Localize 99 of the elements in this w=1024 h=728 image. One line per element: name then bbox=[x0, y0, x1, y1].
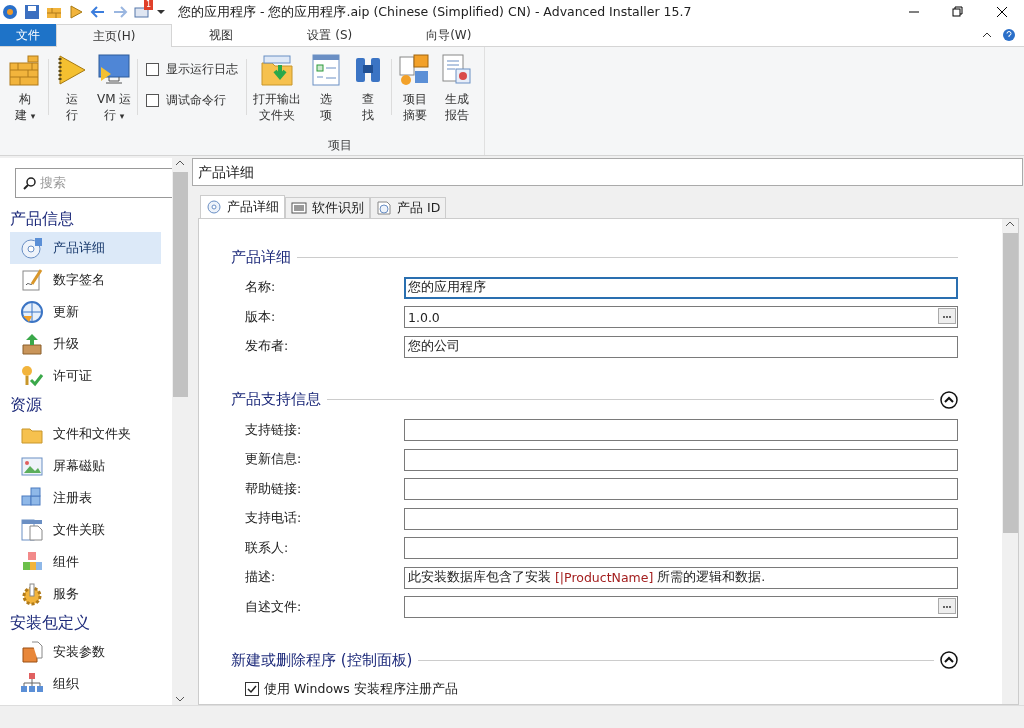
field-label: 联系人: bbox=[245, 539, 290, 557]
tab[interactable]: 软件识别 bbox=[285, 197, 370, 218]
text-field[interactable]: 您的公司 bbox=[404, 335, 958, 358]
monitor-icon bbox=[97, 53, 132, 87]
ribbon-button[interactable]: VM 运 行 ▾ bbox=[93, 51, 136, 137]
collapse-ribbon-icon bbox=[982, 30, 992, 40]
text-field[interactable] bbox=[404, 419, 958, 442]
back-icon bbox=[90, 4, 106, 20]
field-label: 支持电话: bbox=[245, 510, 303, 528]
nav-item[interactable]: 组织 bbox=[10, 668, 161, 700]
forward-icon bbox=[112, 4, 128, 20]
tab[interactable]: 产品详细 bbox=[200, 195, 285, 218]
collapse-icon bbox=[940, 651, 958, 669]
text-field[interactable] bbox=[404, 507, 958, 530]
group-label: 项目 bbox=[328, 138, 353, 152]
section-heading: 安装包定义 bbox=[10, 612, 91, 634]
field-label: 版本: bbox=[245, 308, 277, 326]
nav-item[interactable]: 许可证 bbox=[10, 360, 161, 392]
section-title: 产品详细 bbox=[231, 247, 291, 267]
text-field[interactable]: 您的应用程序 bbox=[404, 276, 958, 299]
search-icon bbox=[22, 176, 36, 190]
package-icon bbox=[20, 640, 44, 664]
text-field[interactable] bbox=[404, 448, 958, 471]
text-field[interactable]: 1.0.0 bbox=[404, 306, 958, 329]
nav-item[interactable]: 屏幕磁贴 bbox=[10, 450, 161, 482]
field-label: 描述: bbox=[245, 569, 277, 587]
caret-icon: ▾ bbox=[30, 111, 36, 121]
ribbon-button[interactable]: 生成 报告 bbox=[436, 51, 479, 137]
page-header: 产品详细 bbox=[192, 158, 1023, 186]
dropdown-caret-icon bbox=[156, 7, 166, 17]
scrollbar-thumb[interactable] bbox=[1002, 233, 1018, 533]
collapse-icon bbox=[940, 390, 958, 409]
key-check-icon bbox=[20, 364, 44, 388]
text-field[interactable] bbox=[404, 478, 958, 501]
field-label: 发布者: bbox=[245, 338, 290, 356]
field-label: 名称: bbox=[245, 279, 277, 297]
notification-badge: 1 bbox=[143, 0, 153, 10]
section-title: 产品支持信息 bbox=[231, 390, 321, 409]
ribbon-button[interactable]: 构 建 ▾ bbox=[4, 51, 46, 137]
ribbon-button[interactable]: 项目 摘要 bbox=[394, 51, 437, 137]
globe-icon bbox=[20, 300, 44, 324]
folder-arrow-icon bbox=[260, 53, 295, 87]
caret-icon: ▾ bbox=[119, 111, 125, 121]
browse-button[interactable] bbox=[938, 598, 956, 615]
nav-item[interactable]: 安装参数 bbox=[10, 636, 161, 668]
nav-item[interactable]: 服务 bbox=[10, 578, 161, 610]
gear-icon bbox=[20, 582, 44, 606]
scrollbar-thumb[interactable] bbox=[172, 172, 188, 397]
disc-icon bbox=[206, 199, 222, 215]
build-icon bbox=[8, 53, 42, 87]
ribbon-button[interactable]: 打开输出 文件夹 bbox=[249, 51, 306, 137]
checkbox-label: 显示运行日志 bbox=[166, 61, 239, 78]
ribbon-tab[interactable]: 视图 bbox=[172, 24, 271, 46]
app-logo-icon bbox=[2, 4, 18, 20]
ribbon-tab[interactable]: 设置 (S) bbox=[270, 24, 390, 46]
ribbon-button[interactable]: 查 找 bbox=[347, 51, 390, 137]
nav-item[interactable]: 升级 bbox=[10, 328, 161, 360]
signature-icon bbox=[20, 268, 44, 292]
help-icon bbox=[1002, 28, 1016, 42]
text-field[interactable]: 此安装数据库包含了安装 [|ProductName] 所需的逻辑和数据. bbox=[404, 566, 958, 589]
nav-item[interactable]: 更新 bbox=[10, 296, 161, 328]
checkbox[interactable] bbox=[146, 63, 160, 76]
checkbox-label: 调试命令行 bbox=[166, 92, 227, 109]
nav-item[interactable]: 注册表 bbox=[10, 482, 161, 514]
field-label: 更新信息: bbox=[245, 451, 303, 469]
text-field[interactable] bbox=[404, 537, 958, 560]
tab[interactable]: 产品 ID bbox=[370, 197, 447, 218]
nav-item[interactable]: 组件 bbox=[10, 546, 161, 578]
disc-icon bbox=[20, 236, 44, 260]
nav-item[interactable]: 文件关联 bbox=[10, 514, 161, 546]
ribbon-tab[interactable]: 向导(W) bbox=[389, 24, 509, 46]
ribbon-button[interactable]: 选 项 bbox=[305, 51, 348, 137]
section-title: 新建或删除程序 (控制面板) bbox=[231, 650, 413, 670]
save-icon bbox=[24, 4, 40, 20]
ribbon-button[interactable]: 运 行 bbox=[51, 51, 93, 137]
nav-item[interactable]: 产品详细 bbox=[10, 232, 161, 264]
checkbox[interactable] bbox=[146, 94, 160, 107]
section-heading: 资源 bbox=[10, 394, 43, 416]
checkbox-label: 使用 Windows 安装程序注册产品 bbox=[264, 680, 458, 698]
image-icon bbox=[20, 454, 44, 478]
nav-item[interactable]: 数字签名 bbox=[10, 264, 161, 296]
box-arrow-icon bbox=[20, 332, 44, 356]
ribbon-tab[interactable]: 主页(H) bbox=[56, 24, 173, 47]
text-field[interactable] bbox=[404, 596, 958, 619]
disc-document-icon bbox=[376, 200, 392, 216]
section-heading: 产品信息 bbox=[10, 208, 75, 230]
browse-button[interactable] bbox=[938, 308, 956, 325]
close-icon bbox=[996, 6, 1008, 18]
field-label: 自述文件: bbox=[245, 598, 303, 616]
document-icon bbox=[20, 518, 44, 542]
window-title: 您的应用程序 - 您的应用程序.aip (Chinese (Simplified) CN) - Advanced Installer 15.7 bbox=[178, 3, 692, 21]
field-label: 支持链接: bbox=[245, 421, 303, 439]
restore-icon bbox=[952, 6, 964, 18]
nav-item[interactable]: 文件和文件夹 bbox=[10, 418, 161, 450]
check-icon bbox=[247, 684, 257, 694]
checkbox[interactable] bbox=[245, 682, 259, 696]
field-label: 帮助链接: bbox=[245, 480, 303, 498]
file-menu-tab[interactable]: 文件 bbox=[0, 24, 56, 46]
run-icon bbox=[68, 4, 84, 20]
